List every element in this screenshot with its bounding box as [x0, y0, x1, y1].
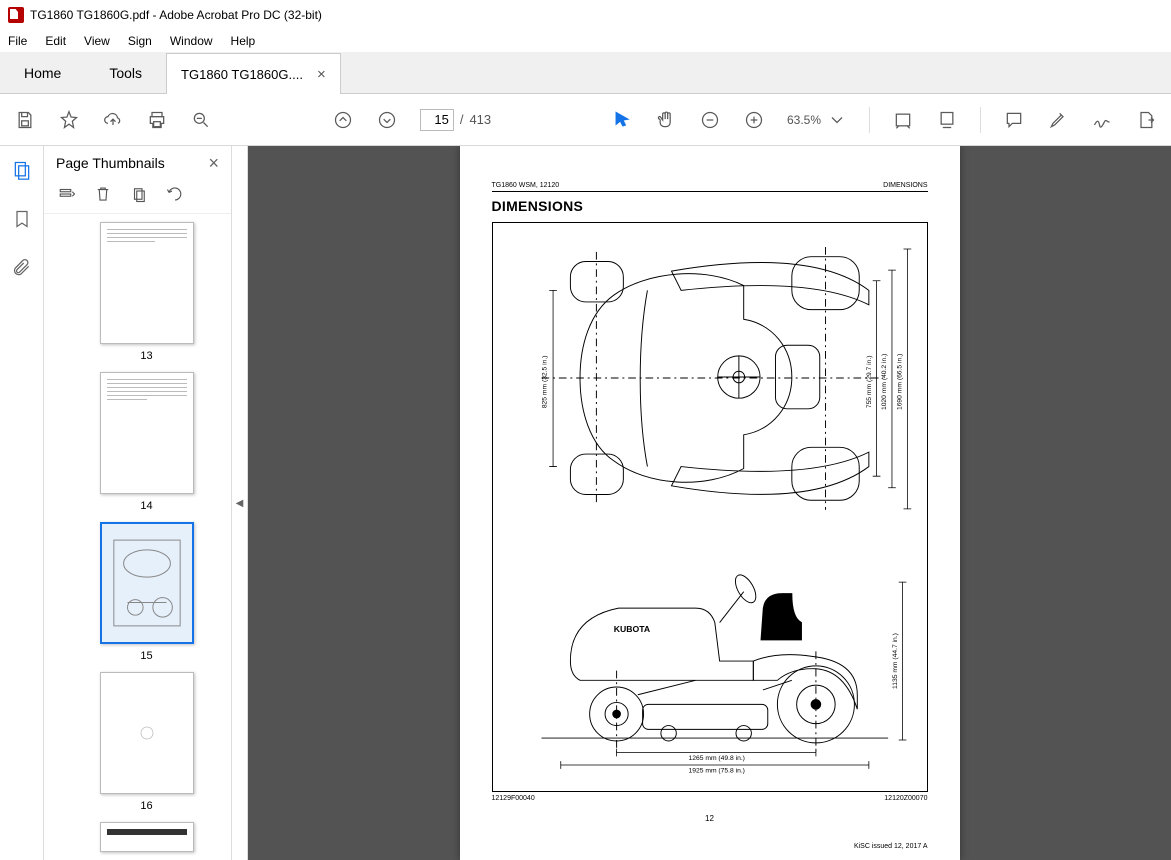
close-panel-icon[interactable]: ×: [208, 153, 219, 174]
left-rail: [0, 146, 44, 860]
dimensions-figure: 825 mm (32.5 in.) 755 mm (29.7 in.) 1020…: [492, 222, 928, 792]
zoom-value: 63.5%: [787, 113, 821, 127]
figure-id-right: 12120Z00070: [884, 795, 927, 802]
close-tab-icon[interactable]: ×: [317, 66, 326, 83]
thumbnail-next[interactable]: [62, 822, 231, 852]
menu-file[interactable]: File: [8, 34, 27, 48]
options-menu-icon[interactable]: [58, 185, 76, 208]
select-tool-icon[interactable]: [611, 109, 633, 131]
thumbnail-13[interactable]: 13: [62, 222, 231, 362]
total-pages: 413: [469, 112, 491, 127]
more-tools-icon[interactable]: [1135, 109, 1157, 131]
menu-window[interactable]: Window: [170, 34, 213, 48]
dim-755: 755 mm (29.7 in.): [865, 356, 872, 409]
pdf-file-icon: [8, 7, 24, 23]
page-indicator: / 413: [420, 109, 491, 131]
thumbnail-label: 14: [62, 500, 231, 512]
tab-document-label: TG1860 TG1860G....: [181, 67, 303, 82]
window-title: TG1860 TG1860G.pdf - Adobe Acrobat Pro D…: [30, 8, 322, 22]
thumbnail-15[interactable]: 15: [62, 522, 231, 662]
menu-sign[interactable]: Sign: [128, 34, 152, 48]
menu-help[interactable]: Help: [231, 34, 256, 48]
zoom-in-icon[interactable]: [743, 109, 765, 131]
doc-issuance: KiSC issued 12, 2017 A: [492, 843, 928, 850]
brand-label: KUBOTA: [613, 624, 650, 634]
doc-header-left: TG1860 WSM, 12120: [492, 182, 560, 189]
rotate-page-icon[interactable]: [130, 185, 148, 208]
thumbnails-panel: Page Thumbnails × 13 14 15: [44, 146, 232, 860]
thumbnails-title: Page Thumbnails: [56, 155, 165, 171]
hand-tool-icon[interactable]: [655, 109, 677, 131]
zoom-find-icon[interactable]: [190, 109, 212, 131]
dim-825: 825 mm (32.5 in.): [541, 356, 548, 409]
dim-1265: 1265 mm (49.8 in.): [688, 755, 744, 762]
menu-edit[interactable]: Edit: [45, 34, 66, 48]
dim-1135: 1135 mm (44.7 in.): [891, 633, 898, 689]
bookmark-rail-icon[interactable]: [12, 209, 32, 234]
thumbnails-rail-icon[interactable]: [12, 160, 32, 185]
tab-document[interactable]: TG1860 TG1860G.... ×: [166, 53, 341, 94]
thumbnail-list[interactable]: 13 14 15 16: [44, 214, 231, 860]
page-sep: /: [460, 112, 464, 127]
thumbnail-16[interactable]: 16: [62, 672, 231, 812]
figure-id-left: 12129F00040: [492, 795, 535, 802]
collapse-handle[interactable]: ◀: [232, 146, 248, 860]
doc-heading: DIMENSIONS: [492, 198, 928, 214]
separator: [869, 107, 870, 133]
cloud-upload-icon[interactable]: [102, 109, 124, 131]
thumbnail-options: [44, 180, 231, 214]
highlight-icon[interactable]: [1047, 109, 1069, 131]
dim-1690: 1690 mm (66.5 in.): [896, 354, 903, 410]
zoom-dropdown[interactable]: 63.5%: [787, 110, 847, 130]
separator: [980, 107, 981, 133]
fit-width-icon[interactable]: [892, 109, 914, 131]
chevron-down-icon: [827, 110, 847, 130]
thumbnail-14[interactable]: 14: [62, 372, 231, 512]
dim-1925: 1925 mm (75.8 in.): [688, 768, 744, 775]
star-icon[interactable]: [58, 109, 80, 131]
thumbnail-label: 16: [62, 800, 231, 812]
delete-page-icon[interactable]: [94, 185, 112, 208]
doc-page-number: 12: [492, 814, 928, 823]
doc-header-right: DIMENSIONS: [883, 182, 927, 189]
toolbar: / 413 63.5%: [0, 94, 1171, 146]
document-area[interactable]: TG1860 WSM, 12120 DIMENSIONS DIMENSIONS: [248, 146, 1171, 860]
tab-tools[interactable]: Tools: [85, 52, 166, 93]
print-icon[interactable]: [146, 109, 168, 131]
sign-icon[interactable]: [1091, 109, 1113, 131]
fit-page-icon[interactable]: [936, 109, 958, 131]
pdf-page: TG1860 WSM, 12120 DIMENSIONS DIMENSIONS: [460, 146, 960, 860]
zoom-out-icon[interactable]: [699, 109, 721, 131]
thumbnail-label: 15: [62, 650, 231, 662]
page-down-icon[interactable]: [376, 109, 398, 131]
tab-home[interactable]: Home: [0, 52, 85, 93]
triangle-left-icon: ◀: [236, 498, 244, 509]
current-page-input[interactable]: [420, 109, 454, 131]
page-up-icon[interactable]: [332, 109, 354, 131]
dim-1020: 1020 mm (40.2 in.): [881, 354, 888, 410]
attachments-rail-icon[interactable]: [12, 258, 32, 283]
undo-page-icon[interactable]: [166, 185, 184, 208]
menu-view[interactable]: View: [84, 34, 110, 48]
save-icon[interactable]: [14, 109, 36, 131]
thumbnail-label: 13: [62, 350, 231, 362]
main-tabs: Home Tools TG1860 TG1860G.... ×: [0, 52, 1171, 94]
menubar: File Edit View Sign Window Help: [0, 30, 1171, 52]
comment-icon[interactable]: [1003, 109, 1025, 131]
titlebar: TG1860 TG1860G.pdf - Adobe Acrobat Pro D…: [0, 0, 1171, 30]
